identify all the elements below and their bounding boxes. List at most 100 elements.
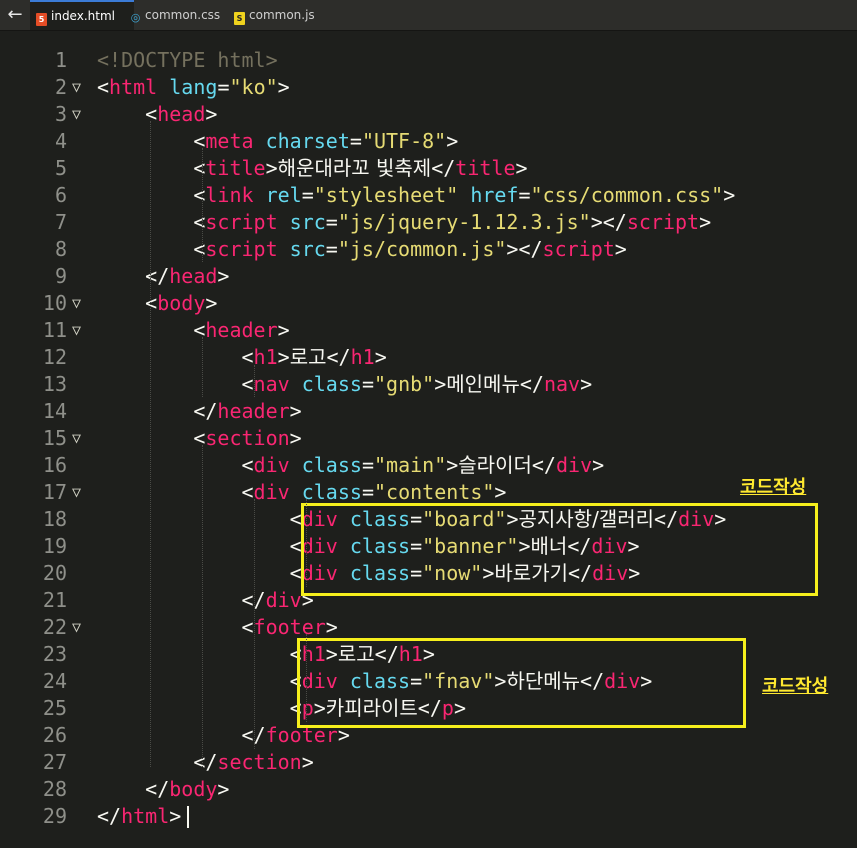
fold-toggle-icon[interactable]: ▽ xyxy=(72,614,81,641)
code-text: </html> xyxy=(97,803,181,830)
html5-file-icon: 5 xyxy=(36,13,47,26)
line-number: 18 xyxy=(42,507,67,531)
syntax-token xyxy=(290,480,302,504)
syntax-token: div xyxy=(555,453,593,477)
syntax-token: > xyxy=(374,345,387,369)
syntax-token: lang xyxy=(169,75,218,99)
syntax-token: > xyxy=(289,426,302,450)
syntax-token: class xyxy=(301,372,362,396)
syntax-token: html xyxy=(121,804,170,828)
line-number: 25 xyxy=(42,696,67,720)
syntax-token: < xyxy=(97,183,206,207)
code-text: </div> xyxy=(97,587,313,614)
indent-guide xyxy=(202,148,203,262)
syntax-token: <!DOCTYPE html> xyxy=(97,48,278,72)
code-text: <link rel="stylesheet" href="css/common.… xyxy=(97,182,735,209)
syntax-token: header xyxy=(205,318,278,342)
indent-guide xyxy=(150,121,151,767)
syntax-token: 메인메뉴 xyxy=(446,372,520,396)
line-number: 5 xyxy=(54,156,67,180)
syntax-token: head xyxy=(157,102,206,126)
syntax-token: h1 xyxy=(350,345,375,369)
syntax-token: > xyxy=(205,102,218,126)
annotation-label-contents: 코드작성 xyxy=(740,477,807,498)
syntax-token: section xyxy=(205,426,290,450)
syntax-token: "js/common.js" xyxy=(337,237,507,261)
syntax-token: title xyxy=(455,156,516,180)
fold-toggle-icon[interactable]: ▽ xyxy=(72,425,81,452)
syntax-token: > xyxy=(699,210,712,234)
code-text: <div class="contents"> xyxy=(97,479,506,506)
syntax-token: < xyxy=(97,291,158,315)
syntax-token: "css/common.css" xyxy=(530,183,724,207)
line-number: 26 xyxy=(42,723,67,747)
syntax-token: > xyxy=(494,480,507,504)
syntax-token: rel xyxy=(265,183,302,207)
syntax-token: ></ xyxy=(590,210,627,234)
indent-guide xyxy=(254,499,255,749)
syntax-token: section xyxy=(217,750,302,774)
fold-toggle-icon[interactable]: ▽ xyxy=(72,317,81,344)
syntax-token: < xyxy=(97,156,206,180)
syntax-token: </ xyxy=(97,399,218,423)
tab-label: common.js xyxy=(249,8,315,22)
syntax-token: = xyxy=(301,183,314,207)
syntax-token: nav xyxy=(253,372,290,396)
text-cursor xyxy=(187,806,189,828)
line-number: 22 xyxy=(42,615,67,639)
syntax-token: href xyxy=(470,183,519,207)
line-number: 3 xyxy=(54,102,67,126)
line-number: 13 xyxy=(42,372,67,396)
syntax-token xyxy=(254,129,266,153)
code-text: <html lang="ko"> xyxy=(97,74,290,101)
syntax-token: < xyxy=(97,642,302,666)
syntax-token: 로고 xyxy=(289,345,327,369)
syntax-token xyxy=(157,75,169,99)
syntax-token: "gnb" xyxy=(373,372,435,396)
tab-index-html[interactable]: 5 index.html xyxy=(30,0,134,30)
syntax-token: div xyxy=(265,588,302,612)
fold-toggle-icon[interactable]: ▽ xyxy=(72,290,81,317)
syntax-token: > xyxy=(446,453,459,477)
indent-guide xyxy=(306,634,307,722)
back-arrow-icon[interactable]: ← xyxy=(0,0,30,30)
fold-toggle-icon[interactable]: ▽ xyxy=(72,101,81,128)
syntax-token: </ xyxy=(97,804,122,828)
line-number: 8 xyxy=(54,237,67,261)
code-text: <section> xyxy=(97,425,302,452)
code-text: <title>해운대라꼬 빛축제</title> xyxy=(97,155,527,182)
indent-guide xyxy=(306,499,307,587)
indent-guide xyxy=(202,445,203,767)
syntax-token: body xyxy=(169,777,218,801)
syntax-token xyxy=(254,183,266,207)
syntax-token: < xyxy=(97,561,302,585)
syntax-token: h1 xyxy=(253,345,278,369)
syntax-token: src xyxy=(289,210,326,234)
fold-toggle-icon[interactable]: ▽ xyxy=(72,479,81,506)
syntax-token: > xyxy=(446,129,459,153)
syntax-token: < xyxy=(97,696,302,720)
syntax-token: > xyxy=(217,777,230,801)
syntax-token: html xyxy=(109,75,158,99)
line-number: 16 xyxy=(42,453,67,477)
syntax-token: > xyxy=(289,399,302,423)
line-number: 24 xyxy=(42,669,67,693)
css3-file-icon: ◎ xyxy=(130,11,141,24)
syntax-token: script xyxy=(542,237,615,261)
code-text: <h1>로고</h1> xyxy=(97,344,387,371)
syntax-token: </ xyxy=(97,750,218,774)
line-number: 2 xyxy=(54,75,67,99)
syntax-token: </ xyxy=(97,777,170,801)
syntax-token: "contents" xyxy=(373,480,495,504)
code-text: <script src="js/common.js"></script> xyxy=(97,236,627,263)
syntax-token: = xyxy=(518,183,531,207)
syntax-token: "main" xyxy=(373,453,447,477)
syntax-token: < xyxy=(97,237,206,261)
syntax-token: = xyxy=(361,372,374,396)
tab-common-js[interactable]: Scommon.js xyxy=(234,0,315,30)
fold-toggle-icon[interactable]: ▽ xyxy=(72,74,81,101)
tab-common-css[interactable]: ◎ common.css xyxy=(130,0,221,30)
highlight-box-footer xyxy=(297,638,746,728)
syntax-token: > xyxy=(592,453,605,477)
syntax-token: > xyxy=(169,804,182,828)
